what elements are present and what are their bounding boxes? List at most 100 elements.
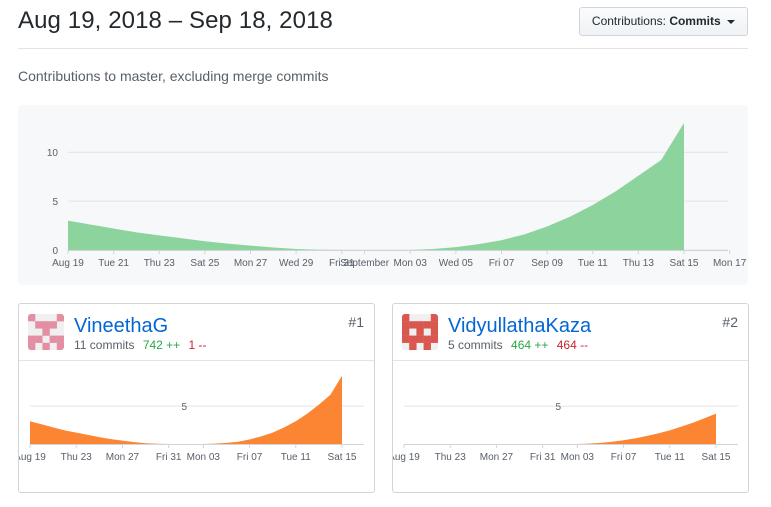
avatar[interactable]	[28, 314, 64, 350]
x-tick-label: Mon 03	[394, 258, 428, 269]
x-tick-label: Fri 07	[489, 258, 515, 269]
x-tick-label: Aug 19	[52, 258, 84, 269]
x-tick-label: Sat 25	[190, 258, 219, 269]
contributor-card-header: VidyullathaKaza 5 commits 464 ++ 464 -- …	[393, 304, 748, 361]
contributor-card: VidyullathaKaza 5 commits 464 ++ 464 -- …	[392, 303, 749, 493]
x-tick-label: Thu 23	[144, 258, 176, 269]
caret-down-icon	[727, 19, 735, 24]
avatar-pixel	[49, 335, 57, 343]
contributor-stats: 11 commits 742 ++ 1 --	[74, 338, 207, 352]
avatar-pixel	[35, 335, 43, 343]
x-tick-label: Wed 29	[279, 258, 314, 269]
area-series	[404, 413, 716, 444]
additions-count: 742 ++	[142, 338, 181, 352]
avatar-pixel	[28, 342, 36, 350]
contributor-chart-svg: 5 Aug 19 Thu 23 Mon 27 Fri 31 Mon 03 Fri 07 Tue…	[393, 402, 738, 463]
x-tick-label: Thu 23	[61, 452, 93, 463]
avatar-pixel	[423, 342, 431, 350]
x-tick-label: Aug 19	[19, 452, 46, 463]
y-tick-label: 10	[47, 148, 59, 159]
avatar-pixel	[42, 321, 50, 329]
avatar-pixel	[28, 335, 36, 343]
avatar-pixel	[56, 335, 64, 343]
x-tick-label: September	[340, 258, 390, 269]
y-tick-label: 5	[555, 402, 561, 413]
avatar-pixel	[402, 314, 410, 322]
x-tick-label: Sat 15	[328, 452, 357, 463]
area-series	[68, 122, 684, 250]
additions-count: 464 ++	[511, 338, 549, 352]
x-tick-label: Fri 07	[237, 452, 263, 463]
x-tick-label: Sep 09	[531, 258, 563, 269]
avatar-pixel	[56, 314, 64, 322]
deletions-count: 464 --	[556, 338, 589, 352]
avatar-pixel	[416, 321, 424, 329]
commit-count-link[interactable]: 5 commits	[448, 338, 503, 352]
x-tick-label: Mon 17	[713, 258, 747, 269]
y-tick-label: 5	[181, 402, 187, 413]
avatar[interactable]	[402, 314, 438, 350]
contributions-label: Contributions:	[591, 14, 666, 28]
x-tick-label: Wed 05	[439, 258, 474, 269]
avatar-pixel	[409, 342, 417, 350]
x-tick-label: Sat 15	[702, 452, 731, 463]
avatar-pixel	[430, 335, 438, 343]
page-header: Aug 19, 2018 – Sep 18, 2018 Contribution…	[18, 0, 748, 49]
avatar-pixel	[430, 314, 438, 322]
avatar-pixel	[416, 335, 424, 343]
x-tick-label: Fri 07	[611, 452, 637, 463]
contributor-name-link[interactable]: VineethaG	[74, 315, 168, 338]
avatar-pixel	[409, 321, 417, 329]
contributor-rank: #2	[722, 314, 738, 330]
identicon-image	[28, 314, 64, 350]
contributions-type-dropdown[interactable]: Contributions: Commits	[578, 7, 748, 36]
x-tick-label: Mon 03	[187, 452, 221, 463]
x-tick-label: Mon 03	[561, 452, 595, 463]
x-tick-label: Tue 11	[655, 452, 685, 463]
avatar-pixel	[35, 321, 43, 329]
avatar-pixel	[42, 342, 50, 350]
chart-subtitle: Contributions to master, excluding merge…	[18, 68, 329, 84]
x-tick-label: Tue 11	[281, 452, 311, 463]
x-tick-label: Thu 13	[623, 258, 655, 269]
contributor-card: VineethaG 11 commits 742 ++ 1 -- #1 5 Aug…	[18, 303, 375, 493]
avatar-pixel	[430, 328, 438, 336]
avatar-pixel	[423, 321, 431, 329]
date-range-title: Aug 19, 2018 – Sep 18, 2018	[18, 7, 333, 34]
x-tick-label: Tue 11	[578, 258, 608, 269]
avatar-pixel	[416, 328, 424, 336]
x-tick-label: Mon 27	[234, 258, 268, 269]
identicon-image	[402, 314, 438, 350]
main-chart-svg: 0 5 10 Aug 19 Tue 21 Thu 23 Sat 25 Mon 27 Wed 29…	[47, 122, 747, 269]
contributor-chart-svg: 5 Aug 19 Thu 23 Mon 27 Fri 31 Mon 03 Fri 07 Tue…	[19, 375, 364, 463]
x-tick-label: Tue 21	[98, 258, 129, 269]
deletions-count: 1 --	[188, 338, 207, 352]
avatar-pixel	[423, 335, 431, 343]
y-tick-label: 5	[52, 197, 58, 208]
avatar-pixel	[49, 321, 57, 329]
avatar-pixel	[409, 335, 417, 343]
contributor-card-header: VineethaG 11 commits 742 ++ 1 -- #1	[19, 304, 374, 361]
x-tick-label: Fri 31	[156, 452, 182, 463]
avatar-pixel	[430, 321, 438, 329]
avatar-pixel	[402, 328, 410, 336]
avatar-pixel	[56, 342, 64, 350]
avatar-pixel	[42, 328, 50, 336]
avatar-pixel	[402, 321, 410, 329]
contributor-name-link[interactable]: VidyullathaKaza	[448, 315, 591, 338]
main-contributions-chart: 0 5 10 Aug 19 Tue 21 Thu 23 Sat 25 Mon 27 Wed 29…	[18, 105, 748, 285]
avatar-pixel	[402, 335, 410, 343]
x-tick-label: Aug 19	[393, 452, 420, 463]
x-tick-label: Thu 23	[435, 452, 467, 463]
x-tick-label: Mon 27	[106, 452, 140, 463]
x-tick-label: Mon 27	[480, 452, 514, 463]
x-tick-label: Sat 15	[670, 258, 699, 269]
x-tick-label: Fri 31	[530, 452, 556, 463]
avatar-pixel	[28, 314, 36, 322]
commit-count-link[interactable]: 11 commits	[74, 338, 134, 352]
y-tick-label: 0	[52, 246, 58, 257]
contributor-rank: #1	[348, 314, 364, 330]
contributors-page: Aug 19, 2018 – Sep 18, 2018 Contribution…	[0, 0, 771, 507]
contributor-stats: 5 commits 464 ++ 464 --	[448, 338, 588, 352]
contributions-value: Commits	[669, 14, 721, 28]
